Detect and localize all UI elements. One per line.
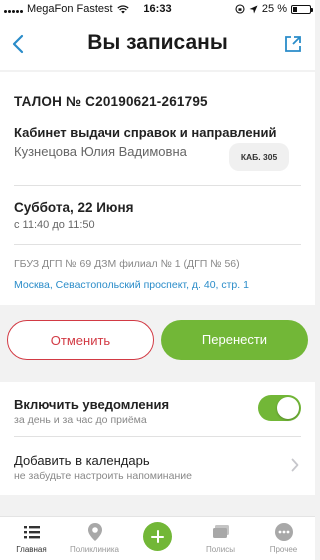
battery-icon bbox=[291, 4, 313, 14]
ticket-number: ТАЛОН № С20190621-261795 bbox=[14, 94, 208, 109]
chevron-right-icon bbox=[291, 458, 299, 472]
room-badge: КАБ. 305 bbox=[229, 143, 289, 171]
battery-fill bbox=[293, 6, 297, 12]
page-title: Вы записаны bbox=[87, 31, 228, 54]
appointment-card: ТАЛОН № С20190621-261795 Кабинет выдачи … bbox=[0, 72, 315, 305]
tab-home[interactable]: Главная bbox=[0, 521, 63, 554]
clinic-name: ГБУЗ ДГП № 69 ДЗМ филиал № 1 (ДГП № 56) bbox=[14, 258, 240, 270]
tab-label: Прочее bbox=[269, 545, 298, 554]
cabinet-name: Кабинет выдачи справок и направлений bbox=[14, 125, 277, 140]
status-right: 25 % bbox=[235, 3, 313, 15]
toggle-knob bbox=[277, 397, 299, 419]
reschedule-button[interactable]: Перенести bbox=[161, 320, 308, 360]
appointment-date: Суббота, 22 Июня bbox=[14, 200, 134, 215]
tab-bar: Главная Поликлиника Полисы Прочее bbox=[0, 516, 315, 560]
orientation-lock-icon bbox=[235, 4, 245, 14]
tab-label: Поликлиника bbox=[70, 545, 119, 554]
cards-icon bbox=[212, 525, 229, 538]
doctor-name: Кузнецова Юлия Вадимовна bbox=[14, 144, 187, 159]
calendar-subtitle: не забудьте настроить напоминание bbox=[14, 470, 192, 482]
add-appointment-button[interactable] bbox=[143, 522, 172, 551]
location-pin-icon bbox=[87, 523, 102, 541]
tab-label: Главная bbox=[16, 545, 47, 554]
notifications-subtitle: за день и за час до приёма bbox=[14, 414, 147, 426]
divider bbox=[14, 185, 301, 186]
list-icon bbox=[23, 526, 40, 539]
appointment-time: с 11:40 до 11:50 bbox=[14, 219, 95, 231]
nav-bar: Вы записаны bbox=[0, 18, 315, 70]
notifications-title: Включить уведомления bbox=[14, 397, 170, 412]
divider bbox=[14, 244, 301, 245]
notifications-toggle[interactable] bbox=[258, 395, 301, 421]
location-arrow-icon bbox=[249, 5, 258, 13]
cancel-button[interactable]: Отменить bbox=[7, 320, 154, 360]
tab-more[interactable]: Прочее bbox=[252, 521, 315, 554]
clinic-address-link[interactable]: Москва, Севастопольский проспект, д. 40,… bbox=[14, 279, 249, 291]
more-icon bbox=[274, 523, 293, 541]
add-to-calendar-row[interactable]: Добавить в календарь bbox=[14, 453, 150, 468]
battery-percent: 25 % bbox=[261, 3, 287, 15]
tab-policies[interactable]: Полисы bbox=[189, 521, 252, 554]
share-icon[interactable] bbox=[283, 34, 303, 54]
status-bar: MegaFon Fastest 16:33 25 % bbox=[0, 0, 315, 18]
settings-section: Включить уведомления за день и за час до… bbox=[0, 382, 315, 495]
tab-clinic[interactable]: Поликлиника bbox=[63, 521, 126, 554]
tab-label: Полисы bbox=[206, 545, 235, 554]
divider bbox=[14, 436, 301, 437]
